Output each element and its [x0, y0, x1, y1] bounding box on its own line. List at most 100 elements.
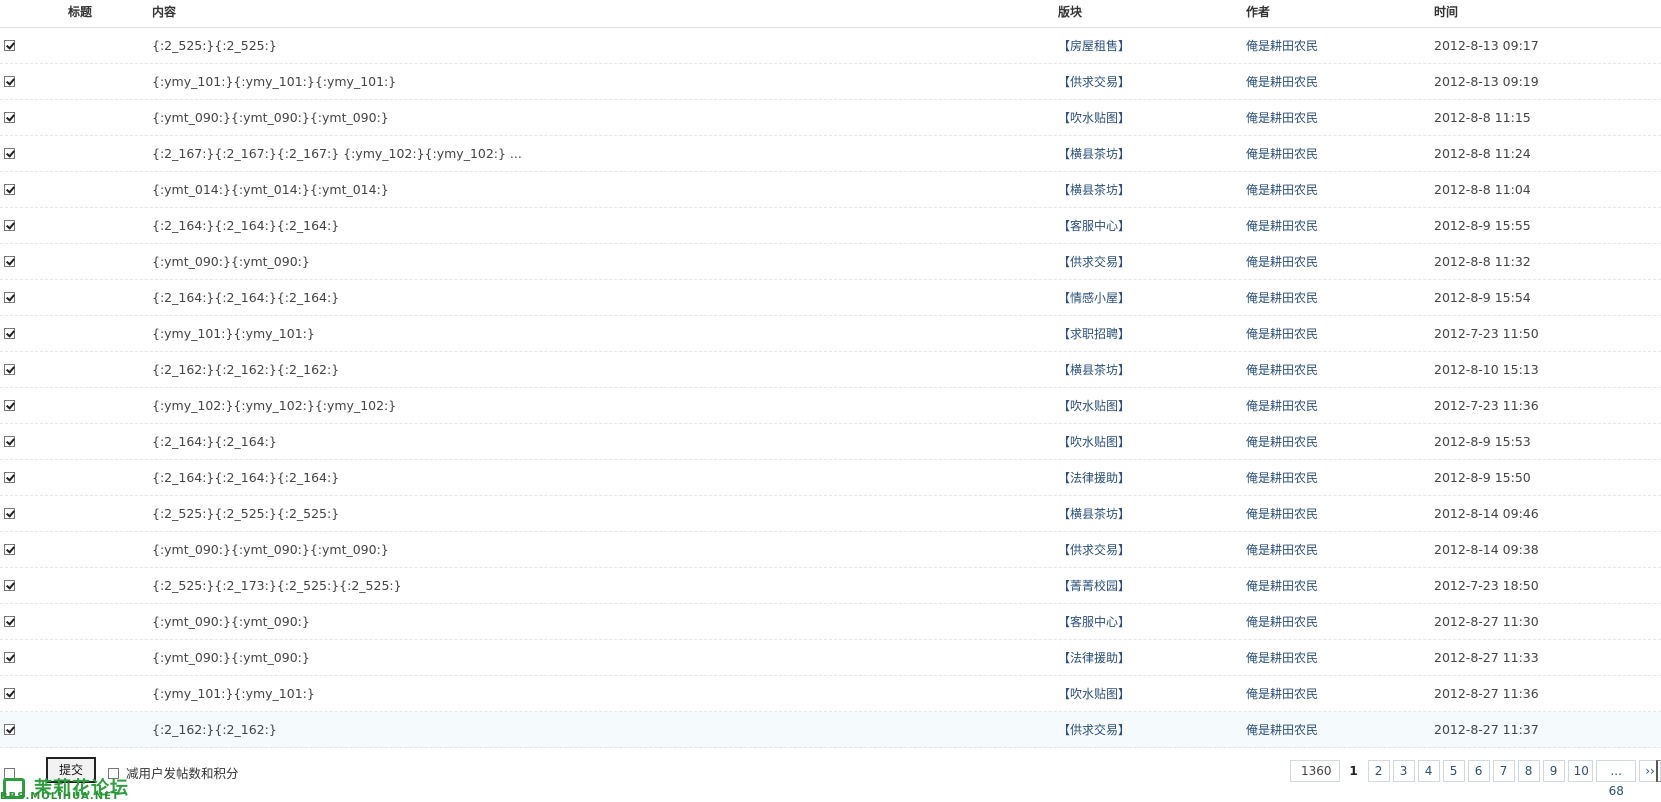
pagination-page-link[interactable]: 4 [1417, 760, 1440, 782]
row-content[interactable]: {:2_164:}{:2_164:}{:2_164:} [152, 460, 339, 496]
row-author-link[interactable]: 俺是耕田农民 [1246, 604, 1318, 640]
row-content[interactable]: {:2_164:}{:2_164:}{:2_164:} [152, 208, 339, 244]
row-board-link[interactable]: 【房屋租售】 [1058, 28, 1130, 64]
row-board-link[interactable]: 【横县茶坊】 [1058, 136, 1130, 172]
row-author-link[interactable]: 俺是耕田农民 [1246, 676, 1318, 712]
row-author-link[interactable]: 俺是耕田农民 [1246, 460, 1318, 496]
row-author-link[interactable]: 俺是耕田农民 [1246, 136, 1318, 172]
row-board-link[interactable]: 【供求交易】 [1058, 64, 1130, 100]
pagination-page-link[interactable]: 5 [1442, 760, 1465, 782]
row-content[interactable]: {:2_164:}{:2_164:}{:2_164:} [152, 280, 339, 316]
row-board-link[interactable]: 【供求交易】 [1058, 244, 1130, 280]
row-content[interactable]: {:ymt_090:}{:ymt_090:} [152, 640, 310, 676]
logo-url: BBS.MOLIHUA.NET [0, 791, 120, 802]
row-content[interactable]: {:2_525:}{:2_173:}{:2_525:}{:2_525:} [152, 568, 402, 604]
row-content[interactable]: {:ymy_101:}{:ymy_101:}{:ymy_101:} [152, 64, 396, 100]
row-checkbox[interactable] [4, 436, 15, 447]
row-content[interactable]: {:2_162:}{:2_162:}{:2_162:} [152, 352, 339, 388]
row-content[interactable]: {:2_167:}{:2_167:}{:2_167:} {:ymy_102:}{… [152, 136, 522, 172]
row-board-link[interactable]: 【菁菁校园】 [1058, 568, 1130, 604]
table-row: {:2_162:}{:2_162:} 【供求交易】 俺是耕田农民 2012-8-27 … [0, 712, 1661, 748]
row-author-link[interactable]: 俺是耕田农民 [1246, 532, 1318, 568]
row-content[interactable]: {:ymy_101:}{:ymy_101:} [152, 676, 315, 712]
row-content[interactable]: {:ymt_090:}{:ymt_090:}{:ymt_090:} [152, 532, 389, 568]
row-author-link[interactable]: 俺是耕田农民 [1246, 640, 1318, 676]
row-board-link[interactable]: 【横县茶坊】 [1058, 352, 1130, 388]
row-checkbox[interactable] [4, 292, 15, 303]
row-content[interactable]: {:ymy_102:}{:ymy_102:}{:ymy_102:} [152, 388, 396, 424]
row-board-link[interactable]: 【法律援助】 [1058, 460, 1130, 496]
pagination-page-link[interactable]: 2 [1367, 760, 1390, 782]
row-author-link[interactable]: 俺是耕田农民 [1246, 28, 1318, 64]
pagination-page-link[interactable]: 7 [1492, 760, 1515, 782]
row-author-link[interactable]: 俺是耕田农民 [1246, 568, 1318, 604]
row-checkbox[interactable] [4, 184, 15, 195]
row-checkbox[interactable] [4, 328, 15, 339]
table-row: {:ymt_014:}{:ymt_014:}{:ymt_014:} 【横县茶坊】 俺… [0, 172, 1661, 208]
pagination-page-link[interactable]: 3 [1392, 760, 1415, 782]
pagination-page-link[interactable]: ... 68 [1596, 760, 1637, 798]
row-checkbox[interactable] [4, 40, 15, 51]
row-checkbox[interactable] [4, 724, 15, 735]
row-board-link[interactable]: 【吹水贴图】 [1058, 424, 1130, 460]
pagination: 1360 1 2 3 4 5 6 7 8 9 10... 68 ›› [1290, 760, 1661, 798]
row-board-link[interactable]: 【吹水贴图】 [1058, 388, 1130, 424]
row-author-link[interactable]: 俺是耕田农民 [1246, 172, 1318, 208]
row-checkbox[interactable] [4, 688, 15, 699]
row-checkbox[interactable] [4, 616, 15, 627]
table-row: {:ymt_090:}{:ymt_090:} 【法律援助】 俺是耕田农民 2012-8… [0, 640, 1661, 676]
row-board-link[interactable]: 【法律援助】 [1058, 640, 1130, 676]
row-author-link[interactable]: 俺是耕田农民 [1246, 280, 1318, 316]
row-board-link[interactable]: 【客服中心】 [1058, 208, 1130, 244]
row-checkbox[interactable] [4, 220, 15, 231]
row-board-link[interactable]: 【供求交易】 [1058, 532, 1130, 568]
row-author-link[interactable]: 俺是耕田农民 [1246, 712, 1318, 748]
pagination-page-link[interactable]: 10 [1567, 760, 1594, 782]
header-author: 作者 [1246, 5, 1271, 19]
row-board-link[interactable]: 【吹水贴图】 [1058, 100, 1130, 136]
row-checkbox[interactable] [4, 508, 15, 519]
row-author-link[interactable]: 俺是耕田农民 [1246, 496, 1318, 532]
row-author-link[interactable]: 俺是耕田农民 [1246, 208, 1318, 244]
row-checkbox[interactable] [4, 400, 15, 411]
table-row: {:2_162:}{:2_162:}{:2_162:} 【横县茶坊】 俺是耕田农民 2… [0, 352, 1661, 388]
header-content: 内容 [152, 5, 177, 19]
row-author-link[interactable]: 俺是耕田农民 [1246, 244, 1318, 280]
row-content[interactable]: {:ymy_101:}{:ymy_101:} [152, 316, 315, 352]
row-content[interactable]: {:ymt_090:}{:ymt_090:}{:ymt_090:} [152, 100, 389, 136]
row-checkbox[interactable] [4, 112, 15, 123]
row-content[interactable]: {:ymt_090:}{:ymt_090:} [152, 604, 310, 640]
row-author-link[interactable]: 俺是耕田农民 [1246, 64, 1318, 100]
row-author-link[interactable]: 俺是耕田农民 [1246, 352, 1318, 388]
row-board-link[interactable]: 【供求交易】 [1058, 712, 1130, 748]
row-content[interactable]: {:ymt_014:}{:ymt_014:}{:ymt_014:} [152, 172, 389, 208]
row-author-link[interactable]: 俺是耕田农民 [1246, 388, 1318, 424]
row-content[interactable]: {:2_525:}{:2_525:} [152, 28, 277, 64]
row-author-link[interactable]: 俺是耕田农民 [1246, 424, 1318, 460]
row-author-link[interactable]: 俺是耕田农民 [1246, 100, 1318, 136]
row-checkbox[interactable] [4, 256, 15, 267]
row-author-link[interactable]: 俺是耕田农民 [1246, 316, 1318, 352]
row-content[interactable]: {:2_162:}{:2_162:} [152, 712, 277, 748]
row-content[interactable]: {:2_164:}{:2_164:} [152, 424, 277, 460]
pagination-page-link[interactable]: 6 [1467, 760, 1490, 782]
row-board-link[interactable]: 【客服中心】 [1058, 604, 1130, 640]
row-checkbox[interactable] [4, 148, 15, 159]
row-content[interactable]: {:ymt_090:}{:ymt_090:} [152, 244, 310, 280]
row-checkbox[interactable] [4, 76, 15, 87]
row-board-link[interactable]: 【横县茶坊】 [1058, 496, 1130, 532]
row-checkbox[interactable] [4, 472, 15, 483]
pagination-input-edge[interactable] [1656, 760, 1661, 782]
row-checkbox[interactable] [4, 652, 15, 663]
row-board-link[interactable]: 【求职招聘】 [1058, 316, 1130, 352]
row-board-link[interactable]: 【吹水贴图】 [1058, 676, 1130, 712]
pagination-page-link[interactable]: 8 [1517, 760, 1540, 782]
pagination-page-link[interactable]: 9 [1542, 760, 1565, 782]
row-checkbox[interactable] [4, 580, 15, 591]
row-checkbox[interactable] [4, 544, 15, 555]
header-title: 标题 [68, 5, 93, 19]
row-board-link[interactable]: 【情感小屋】 [1058, 280, 1130, 316]
row-board-link[interactable]: 【横县茶坊】 [1058, 172, 1130, 208]
row-content[interactable]: {:2_525:}{:2_525:}{:2_525:} [152, 496, 339, 532]
row-checkbox[interactable] [4, 364, 15, 375]
